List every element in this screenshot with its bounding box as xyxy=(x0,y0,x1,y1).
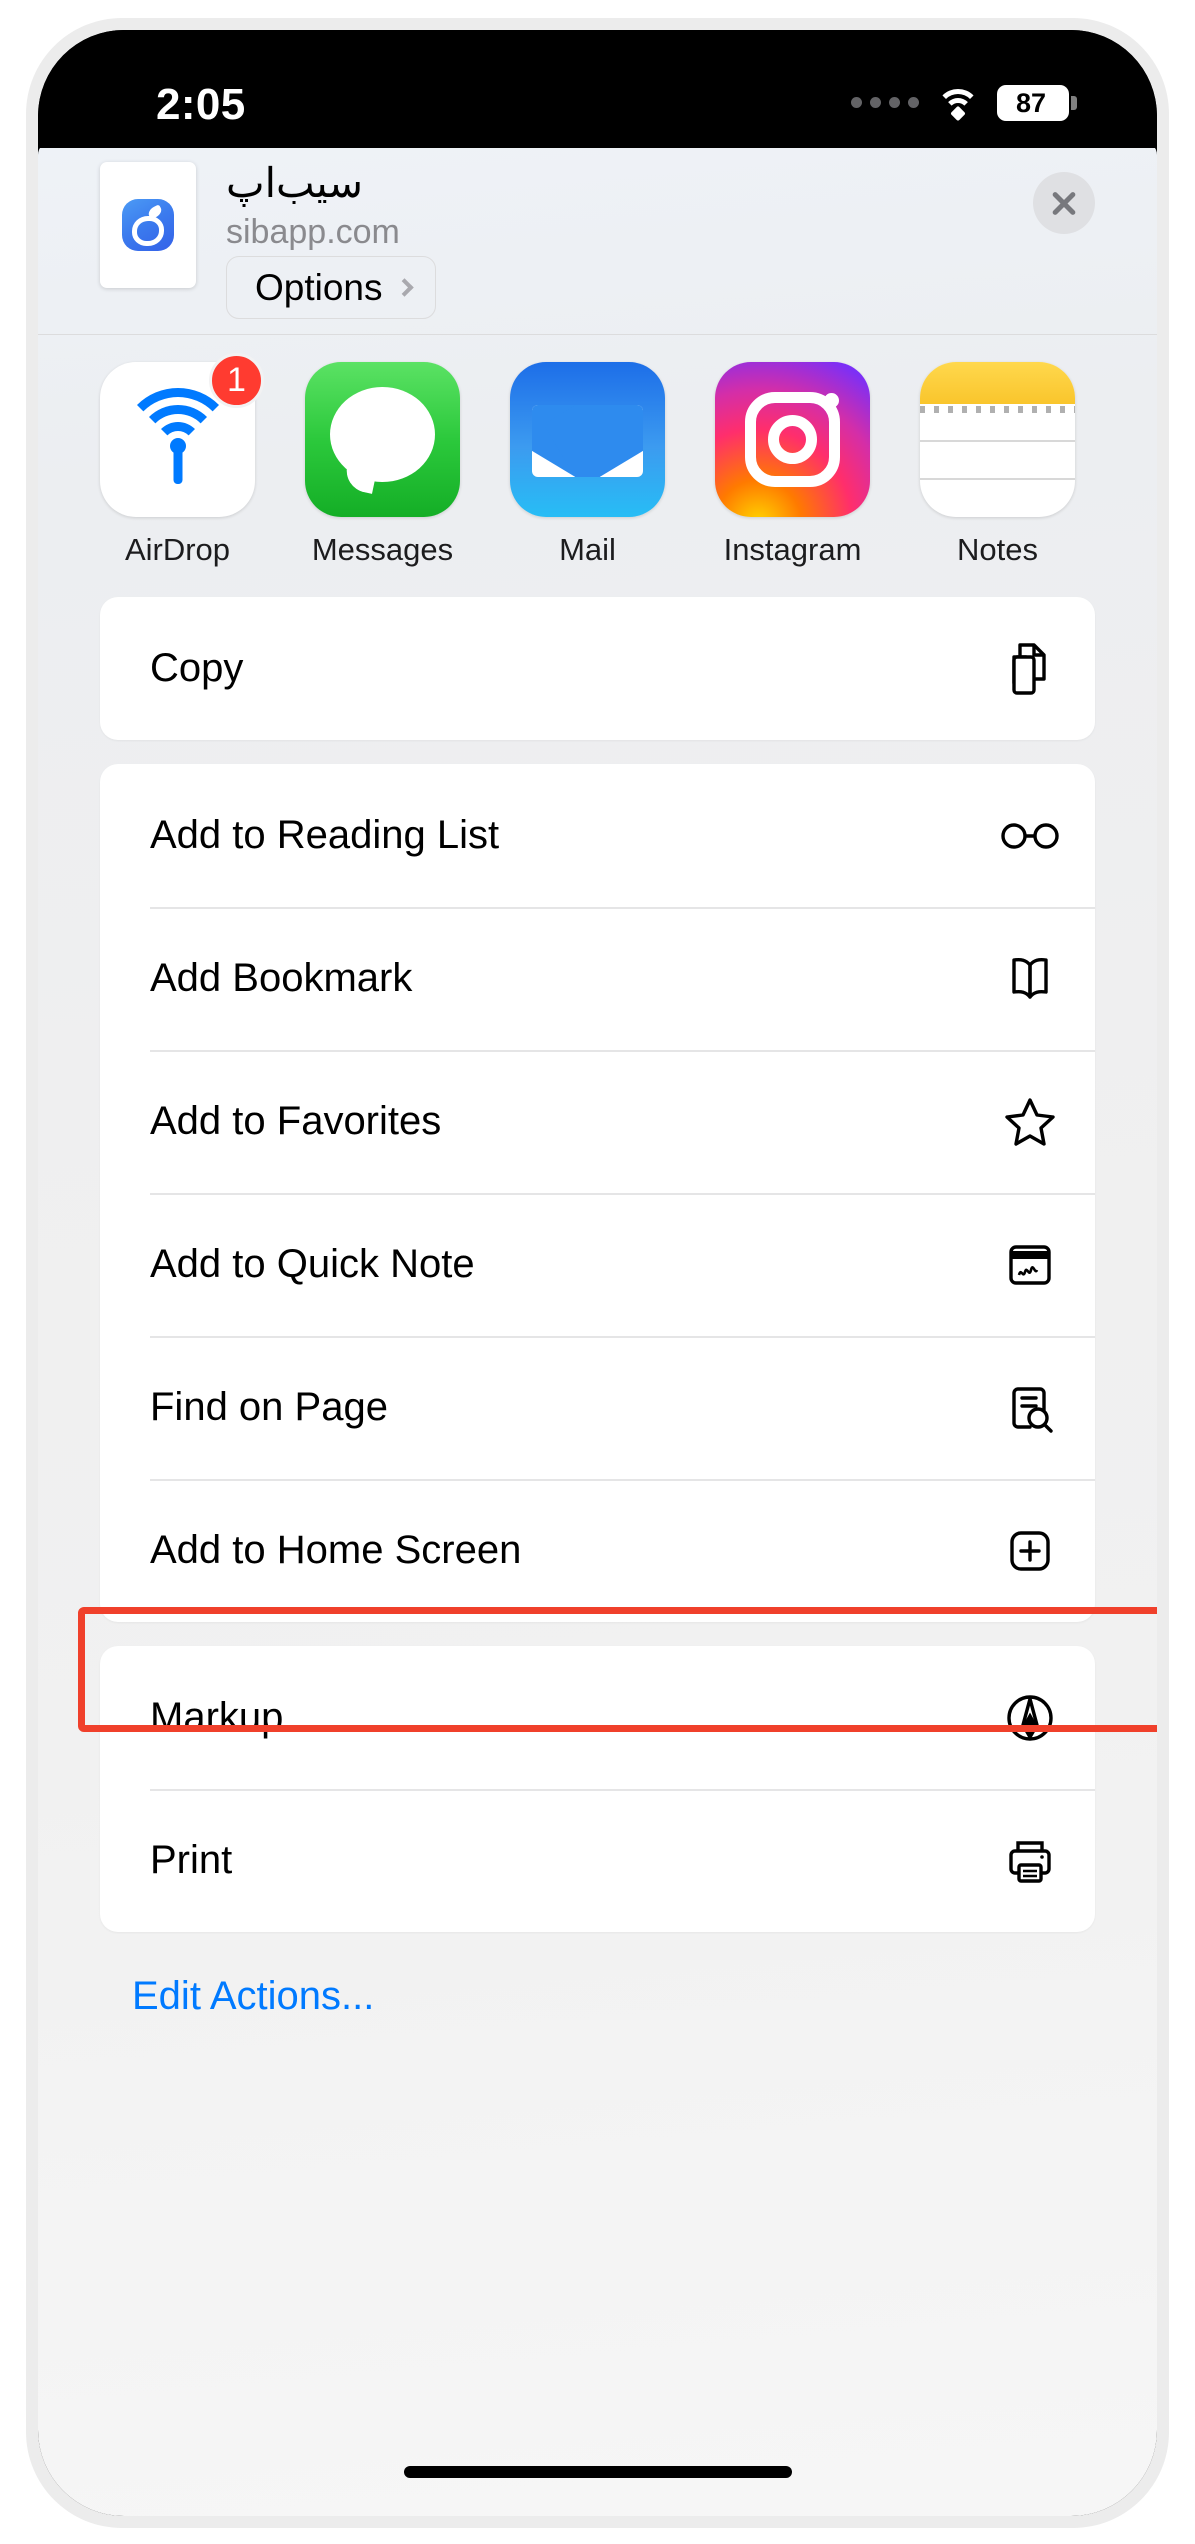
action-group: Add to Reading List Add Bookmark Add to … xyxy=(100,764,1095,1622)
phone-frame: 2:05 87 xyxy=(26,18,1169,2528)
action-row-add-to-quick-note[interactable]: Add to Quick Note xyxy=(100,1193,1095,1336)
star-icon xyxy=(998,1090,1062,1154)
doc-magnifier-icon xyxy=(998,1376,1062,1440)
share-target-notes[interactable]: Notes xyxy=(920,362,1075,568)
battery-percent-label: 87 xyxy=(1015,87,1047,118)
action-label: Add to Reading List xyxy=(150,813,500,857)
share-target-label: AirDrop xyxy=(124,532,231,567)
share-target-label: Instagram xyxy=(723,532,862,567)
action-label: Markup xyxy=(150,1695,284,1739)
share-targets-row[interactable]: 1 AirDrop Messages Mail Instagram Notes xyxy=(38,335,1157,585)
eyeglasses-icon xyxy=(998,804,1062,868)
share-target-label: Notes xyxy=(957,532,1038,567)
status-time: 2:05 xyxy=(156,80,246,129)
share-target-airdrop[interactable]: 1 AirDrop xyxy=(100,353,264,568)
action-label: Copy xyxy=(150,646,244,690)
markup-pen-icon xyxy=(998,1686,1062,1750)
phone-screen: 2:05 87 xyxy=(38,30,1157,2516)
action-row-find-on-page[interactable]: Find on Page xyxy=(100,1336,1095,1479)
share-target-instagram[interactable]: Instagram xyxy=(715,362,870,568)
shared-site-title: سیب‌اپ xyxy=(226,160,363,206)
action-group: Markup Print xyxy=(100,1646,1095,1932)
instagram-icon xyxy=(715,362,870,517)
share-target-label: Mail xyxy=(559,532,616,567)
action-label: Add to Favorites xyxy=(150,1099,442,1143)
notes-icon xyxy=(920,362,1075,517)
book-icon xyxy=(998,947,1062,1011)
plus-square-icon xyxy=(998,1519,1062,1583)
action-label: Print xyxy=(150,1838,233,1882)
home-indicator[interactable] xyxy=(403,2466,792,2478)
edit-actions-link[interactable]: Edit Actions... xyxy=(100,1956,1095,2019)
options-button[interactable]: Options xyxy=(226,256,436,319)
printer-icon xyxy=(998,1829,1062,1893)
airdrop-badge: 1 xyxy=(209,353,264,408)
action-row-print[interactable]: Print xyxy=(100,1789,1095,1932)
action-row-markup[interactable]: Markup xyxy=(100,1646,1095,1789)
doc-on-doc-icon xyxy=(998,637,1062,701)
status-bar: 2:05 87 xyxy=(38,30,1157,148)
action-label: Add to Quick Note xyxy=(150,1242,475,1286)
action-row-copy[interactable]: Copy xyxy=(100,597,1095,740)
battery-icon: 87 xyxy=(997,85,1077,121)
close-button[interactable] xyxy=(1033,172,1095,234)
action-row-add-to-reading-list[interactable]: Add to Reading List xyxy=(100,764,1095,907)
messages-icon xyxy=(305,362,460,517)
close-x-icon xyxy=(1049,188,1079,218)
chevron-right-icon xyxy=(394,278,414,297)
sibapp-app-icon xyxy=(122,199,174,251)
share-sheet-header: سیب‌اپ sibapp.com Options xyxy=(38,141,1157,335)
status-indicators: 87 xyxy=(851,85,1077,122)
action-row-add-to-favorites[interactable]: Add to Favorites xyxy=(100,1050,1095,1193)
share-target-messages[interactable]: Messages xyxy=(305,362,460,568)
shared-site-url: sibapp.com xyxy=(226,213,400,251)
signal-dots-icon xyxy=(851,96,919,110)
mail-icon xyxy=(510,362,665,517)
action-lists: Copy Add to Reading List Add Bookmark Ad… xyxy=(38,585,1157,2019)
share-sheet: سیب‌اپ sibapp.com Options 1 xyxy=(38,141,1157,2516)
action-row-add-bookmark[interactable]: Add Bookmark xyxy=(100,907,1095,1050)
action-label: Add to Home Screen xyxy=(150,1528,522,1572)
action-row-add-to-home-screen[interactable]: Add to Home Screen xyxy=(100,1479,1095,1622)
action-label: Find on Page xyxy=(150,1385,388,1429)
action-label: Add Bookmark xyxy=(150,956,413,1000)
quick-note-icon xyxy=(998,1233,1062,1297)
action-group: Copy xyxy=(100,597,1095,740)
options-label: Options xyxy=(255,266,383,308)
shared-item-thumbnail xyxy=(100,162,196,288)
share-target-mail[interactable]: Mail xyxy=(510,362,665,568)
share-target-label: Messages xyxy=(311,532,454,567)
wifi-icon xyxy=(936,87,980,122)
